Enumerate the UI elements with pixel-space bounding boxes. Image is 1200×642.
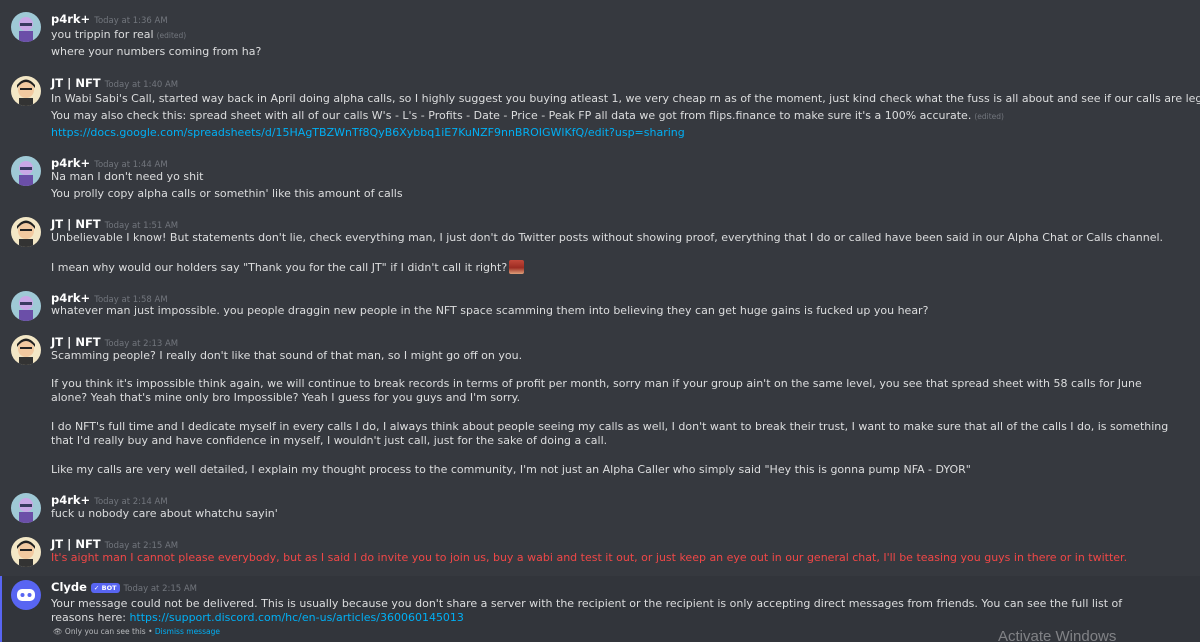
failed-message-text: It's aight man I cannot please everybody… xyxy=(51,551,1128,564)
message-text: Unbelievable I know! But statements don'… xyxy=(51,231,1164,244)
author-name[interactable]: JT | NFT xyxy=(51,217,101,231)
timestamp: Today at 1:40 AM xyxy=(104,80,179,90)
edited-tag: (edited) xyxy=(974,112,1004,121)
p4rk-avatar[interactable] xyxy=(11,12,41,42)
system-message-text: Your message could not be delivered. Thi… xyxy=(51,597,1123,624)
message-text: You may also check this: spread sheet wi… xyxy=(51,109,1004,122)
p4rk-avatar[interactable] xyxy=(11,493,41,523)
timestamp: Today at 2:13 AM xyxy=(104,339,179,349)
message-header: p4rk+ Today at 2:14 AM xyxy=(51,493,168,507)
windows-activation-watermark: Activate Windows xyxy=(998,628,1117,642)
reasons-link[interactable]: https://support.discord.com/hc/en-us/art… xyxy=(129,611,463,624)
jt-avatar[interactable] xyxy=(11,335,41,365)
message-header: p4rk+ Today at 1:36 AM xyxy=(51,12,168,26)
author-name[interactable]: p4rk+ xyxy=(51,291,90,305)
jt-avatar[interactable] xyxy=(11,537,41,567)
message-text: where your numbers coming from ha? xyxy=(51,45,262,58)
spreadsheet-link[interactable]: https://docs.google.com/spreadsheets/d/1… xyxy=(51,126,1188,140)
timestamp: Today at 1:44 AM xyxy=(94,160,168,170)
author-name[interactable]: p4rk+ xyxy=(51,493,90,507)
author-name[interactable]: JT | NFT xyxy=(51,76,101,90)
timestamp: Today at 1:36 AM xyxy=(94,16,168,26)
message-text: I mean why would our holders say "Thank … xyxy=(51,260,1188,275)
message-text: I do NFT's full time and I dedicate myse… xyxy=(51,420,1169,447)
message-text: In Wabi Sabi's Call, started way back in… xyxy=(51,92,1200,105)
timestamp: Today at 1:51 AM xyxy=(104,221,179,231)
message-header: p4rk+ Today at 1:44 AM xyxy=(51,156,168,170)
jt-avatar[interactable] xyxy=(11,76,41,106)
message-text: If you think it's impossible think again… xyxy=(51,377,1142,404)
message-header: JT | NFT Today at 1:51 AM xyxy=(51,217,178,231)
bot-badge: ✓ BOT xyxy=(90,583,120,593)
message-header: JT | NFT Today at 2:15 AM xyxy=(51,537,178,551)
message-text: whatever man just impossible. you people… xyxy=(51,304,929,317)
message-text: Na man I don't need yo shit xyxy=(51,170,204,183)
timestamp: Today at 2:15 AM xyxy=(104,541,179,551)
author-name[interactable]: p4rk+ xyxy=(51,12,90,26)
message-text: Like my calls are very well detailed, I … xyxy=(51,463,971,476)
clyde-avatar[interactable] xyxy=(11,580,41,610)
message-header: JT | NFT Today at 1:40 AM xyxy=(51,76,178,90)
author-name[interactable]: p4rk+ xyxy=(51,156,90,170)
ephemeral-notice: 👁 Only you can see this • Dismiss messag… xyxy=(53,627,220,636)
message-header: p4rk+ Today at 1:58 AM xyxy=(51,291,168,305)
timestamp: Today at 2:15 AM xyxy=(123,584,198,594)
face-emoji xyxy=(509,260,525,274)
dismiss-message-link[interactable]: Dismiss message xyxy=(155,627,220,636)
message-text: fuck u nobody care about whatchu sayin' xyxy=(51,507,278,520)
author-name[interactable]: JT | NFT xyxy=(51,537,101,551)
eye-icon: 👁 xyxy=(53,627,63,636)
p4rk-avatar[interactable] xyxy=(11,291,41,321)
author-name[interactable]: Clyde xyxy=(51,580,87,594)
message-text: You prolly copy alpha calls or somethin'… xyxy=(51,187,403,200)
message-header: JT | NFT Today at 2:13 AM xyxy=(51,335,178,349)
p4rk-avatar[interactable] xyxy=(11,156,41,186)
timestamp: Today at 2:14 AM xyxy=(94,497,168,507)
message-text: Scamming people? I really don't like tha… xyxy=(51,349,523,362)
message-header: Clyde ✓ BOT Today at 2:15 AM xyxy=(51,580,197,594)
author-name[interactable]: JT | NFT xyxy=(51,335,101,349)
jt-avatar[interactable] xyxy=(11,217,41,247)
message-text: you trippin for real (edited) xyxy=(51,28,187,41)
edited-tag: (edited) xyxy=(156,31,187,40)
